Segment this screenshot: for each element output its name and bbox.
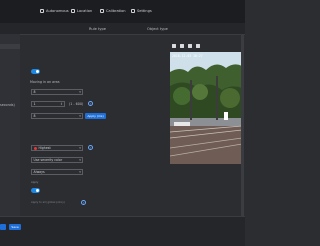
nav-autonomous-label: Autonomous — [46, 9, 69, 13]
nav-location[interactable]: Location — [71, 7, 92, 15]
nav-calibration-label: Calibration — [106, 9, 126, 13]
object-type-header: Object type — [147, 27, 168, 31]
chevron-down-icon: ▾ — [79, 114, 81, 118]
nav-autonomous[interactable]: Autonomous — [40, 7, 69, 15]
cancel-button[interactable] — [0, 224, 6, 230]
camera-timestamp: 2018-12-03 16:27 — [172, 54, 203, 58]
chevron-down-icon: ▾ — [79, 146, 81, 150]
autonomous-icon — [40, 9, 44, 13]
nav-settings-label: Settings — [137, 9, 152, 13]
moving-in-area-label: Moving in an area — [30, 80, 60, 84]
nav-location-label: Location — [77, 9, 93, 13]
footer-bar: Save — [0, 216, 245, 246]
top-navigation-bar: Autonomous Location Calibration Settings — [0, 0, 245, 23]
location-icon — [71, 9, 75, 13]
color-mode-value: Use severity color — [33, 158, 63, 162]
apply-button[interactable]: Apply (ms) — [85, 113, 106, 119]
trigger-select[interactable]: Always ▾ — [31, 169, 83, 175]
info-icon[interactable]: ? — [88, 101, 93, 106]
duration-stepper[interactable]: 1 ⇕ — [31, 101, 65, 107]
rule-enable-toggle[interactable] — [31, 69, 40, 74]
grid-icon[interactable] — [196, 44, 200, 48]
camera-scene-image — [170, 52, 242, 164]
area-select-value: 8 — [33, 90, 36, 94]
save-button[interactable]: Save — [9, 224, 21, 230]
nav-calibration[interactable]: Calibration — [100, 7, 126, 15]
chevron-down-icon: ▾ — [79, 158, 81, 162]
secondary-toggle-label: Apply — [31, 181, 39, 184]
severity-color-dot — [33, 147, 37, 150]
schedule-select[interactable]: 8 ▾ — [31, 113, 83, 119]
color-mode-select[interactable]: Use severity color ▾ — [31, 157, 83, 163]
chevron-down-icon: ▾ — [79, 170, 81, 174]
info-icon[interactable]: ? — [88, 145, 93, 150]
rule-type-header: Rule type — [89, 27, 106, 31]
spinner-arrows-icon: ⇕ — [60, 102, 63, 106]
snapshot-icon[interactable] — [172, 44, 176, 48]
area-select[interactable]: 8 ▾ — [31, 89, 83, 95]
duration-label: seconds) — [0, 103, 15, 107]
person-icon[interactable] — [188, 44, 192, 48]
schedule-select-value: 8 — [33, 114, 36, 118]
chevron-down-icon: ▾ — [79, 90, 81, 94]
settings-icon — [131, 9, 135, 13]
duration-value: 1 — [33, 102, 36, 106]
rule-list-panel — [0, 34, 20, 245]
column-header-bar — [0, 23, 245, 35]
severity-select-value: Highest — [38, 146, 51, 150]
calibration-icon — [100, 9, 104, 13]
camera-icon[interactable] — [180, 44, 184, 48]
rule-list-field[interactable] — [0, 44, 20, 49]
policy-hint: Apply to all (global policy) — [31, 201, 65, 204]
scrollbar[interactable] — [241, 34, 244, 216]
secondary-toggle[interactable] — [31, 188, 40, 193]
camera-preview[interactable]: 2018-12-03 16:27 — [170, 52, 242, 164]
info-icon[interactable]: ? — [81, 200, 86, 205]
duration-range: (1 - 600) — [69, 102, 84, 106]
nav-settings[interactable]: Settings — [131, 7, 152, 15]
severity-select[interactable]: Highest ▾ — [31, 145, 83, 151]
trigger-select-value: Always — [33, 170, 45, 174]
camera-toolbar — [172, 44, 200, 48]
